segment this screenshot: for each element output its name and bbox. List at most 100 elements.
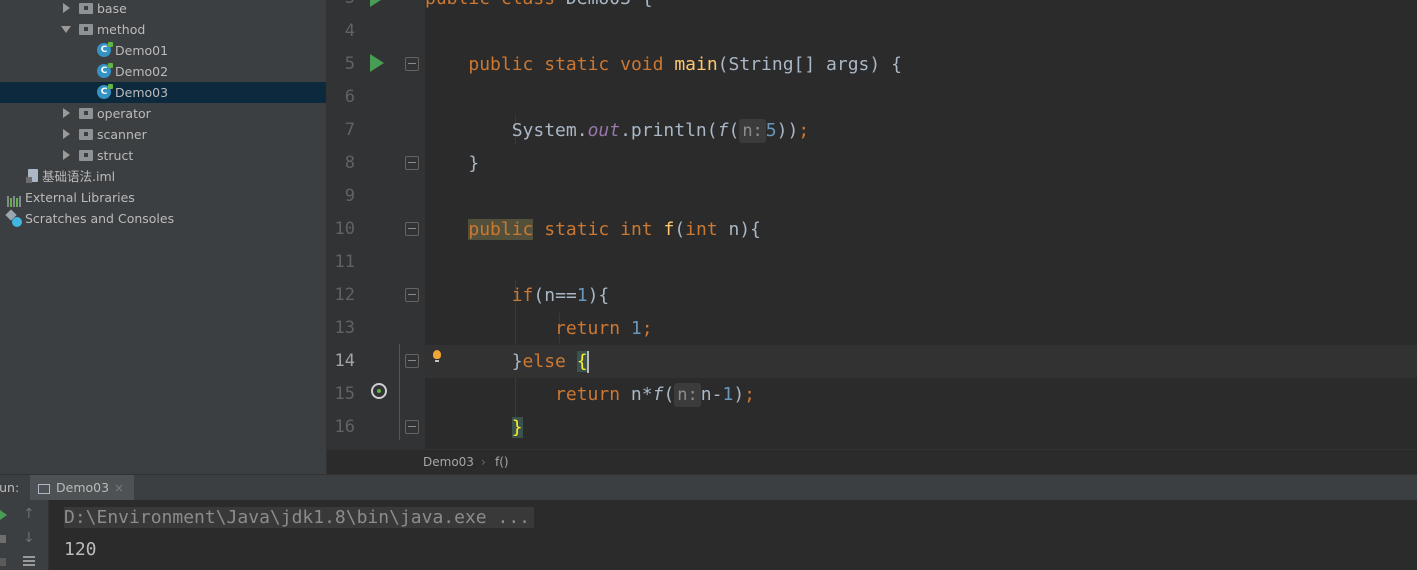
code-text: n- — [700, 384, 723, 405]
code-text: System. — [511, 120, 588, 141]
semicolon: ; — [798, 120, 810, 141]
brace: } — [511, 351, 523, 372]
fold-start-icon[interactable] — [405, 222, 419, 236]
method-name: main — [674, 54, 718, 75]
line-number: 3 — [327, 0, 355, 15]
tree-item-scanner[interactable]: scanner — [0, 124, 326, 145]
code-line-16[interactable]: } — [425, 411, 1417, 444]
keyword: else — [522, 351, 566, 372]
fold-range-line — [399, 344, 400, 440]
tree-item-demo01[interactable]: C Demo01 — [0, 40, 326, 61]
code-text: ( — [728, 120, 740, 141]
project-tree[interactable]: base method C Demo01 C Demo02 C Demo03 o… — [0, 0, 327, 474]
restore-layout-icon[interactable] — [0, 558, 6, 566]
tree-item-iml-file[interactable]: 基础语法.iml — [0, 166, 326, 187]
chevron-down-icon[interactable] — [61, 26, 71, 33]
tree-item-label: Demo02 — [115, 64, 169, 79]
chevron-right-icon[interactable] — [63, 150, 70, 160]
run-class-icon[interactable] — [370, 0, 384, 7]
breadcrumb-method[interactable]: f() — [495, 450, 509, 475]
tree-item-label: Scratches and Consoles — [25, 211, 175, 226]
console-icon — [38, 483, 50, 494]
chevron-right-icon[interactable] — [63, 3, 70, 13]
console-output[interactable]: D:\Environment\Java\jdk1.8\bin\java.exe … — [49, 500, 1417, 570]
line-number: 4 — [344, 21, 355, 41]
fold-start-icon[interactable] — [405, 57, 419, 71]
chevron-right-icon[interactable] — [63, 129, 70, 139]
java-class-icon: C — [97, 42, 113, 57]
stop-icon[interactable] — [0, 535, 6, 543]
code-line-12[interactable]: if(n==1){ — [425, 279, 1417, 312]
code-line-10[interactable]: public static int f(int n){ — [425, 213, 1417, 246]
line-number-current: 14 — [334, 351, 355, 371]
method-name: f — [663, 219, 675, 240]
line-number: 7 — [344, 120, 355, 140]
keyword: class — [501, 0, 555, 9]
tree-item-demo03[interactable]: C Demo03 — [0, 82, 326, 103]
close-icon[interactable]: × — [114, 481, 124, 495]
keyword: void — [620, 54, 664, 75]
text-caret — [586, 351, 589, 373]
tree-item-demo02[interactable]: C Demo02 — [0, 61, 326, 82]
tree-item-label: scanner — [97, 127, 147, 142]
run-tab-demo03[interactable]: Demo03 × — [30, 475, 135, 501]
fold-end-icon[interactable] — [405, 354, 419, 368]
keyword: static — [544, 54, 610, 75]
tree-item-external-libraries[interactable]: External Libraries — [0, 187, 326, 208]
soft-wrap-icon[interactable] — [23, 556, 35, 558]
keyword-highlighted: public — [468, 219, 534, 240]
editor-gutter[interactable]: 3 4 5 6 7 8 9 10 11 12 13 14 15 16 — [327, 0, 425, 449]
console-command-line: D:\Environment\Java\jdk1.8\bin\java.exe … — [64, 503, 534, 533]
tree-item-scratches[interactable]: Scratches and Consoles — [0, 208, 326, 229]
code-line-7[interactable]: System.out.println(f(n: 5)); — [425, 114, 1417, 147]
console-toolbar: ↑ ↓ — [15, 500, 49, 570]
semicolon: ; — [744, 384, 755, 405]
tree-item-operator[interactable]: operator — [0, 103, 326, 124]
lightbulb-icon[interactable] — [433, 350, 441, 362]
line-number: 9 — [344, 186, 355, 206]
tree-item-base[interactable]: base — [0, 0, 326, 19]
fold-start-icon[interactable] — [405, 288, 419, 302]
code-line-8[interactable]: } — [425, 147, 1417, 180]
arrow-down-icon[interactable]: ↓ — [23, 530, 35, 546]
scratches-icon — [5, 209, 23, 227]
static-field: out — [587, 120, 621, 141]
code-line-13[interactable]: return 1; — [425, 312, 1417, 345]
code-text: )) — [776, 120, 799, 141]
keyword: static — [544, 219, 610, 240]
brace: } — [468, 153, 480, 174]
code-text: n){ — [717, 219, 762, 240]
line-number: 13 — [334, 318, 355, 338]
tree-item-struct[interactable]: struct — [0, 145, 326, 166]
recursive-call-icon[interactable] — [371, 383, 387, 399]
fold-end-icon[interactable] — [405, 420, 419, 434]
run-toolbar — [0, 500, 15, 570]
line-number: 11 — [334, 252, 355, 272]
tree-item-label: External Libraries — [25, 190, 135, 205]
code-text: ) — [733, 384, 745, 405]
run-main-icon[interactable] — [370, 54, 384, 72]
tree-item-method[interactable]: method — [0, 19, 326, 40]
breadcrumb-class[interactable]: Demo03 — [423, 450, 474, 475]
java-class-icon: C — [97, 84, 113, 99]
brace: { — [642, 0, 653, 9]
code-text: ( — [674, 219, 686, 240]
java-class-icon: C — [97, 63, 113, 78]
module-file-icon — [26, 169, 38, 183]
code-line-5[interactable]: public static void main(String[] args) { — [425, 48, 1417, 81]
code-text: ){ — [587, 285, 610, 306]
console-output-line: 120 — [64, 539, 97, 560]
keyword: int — [620, 219, 653, 240]
chevron-right-icon[interactable] — [63, 108, 70, 118]
tree-item-label: method — [97, 22, 146, 37]
code-line-14[interactable]: }else { — [425, 345, 1417, 378]
code-editor[interactable]: public class Demo03 { public static void… — [425, 0, 1417, 449]
fold-end-icon[interactable] — [405, 156, 419, 170]
rerun-icon[interactable] — [0, 510, 7, 520]
code-line-15[interactable]: return n*f(n: n-1); — [425, 378, 1417, 411]
tree-item-label: Demo03 — [115, 85, 169, 100]
keyword: public — [468, 54, 534, 75]
breadcrumb-separator: › — [481, 455, 486, 469]
code-line-3[interactable]: public class Demo03 { — [425, 0, 1417, 15]
arrow-up-icon[interactable]: ↑ — [23, 506, 35, 522]
